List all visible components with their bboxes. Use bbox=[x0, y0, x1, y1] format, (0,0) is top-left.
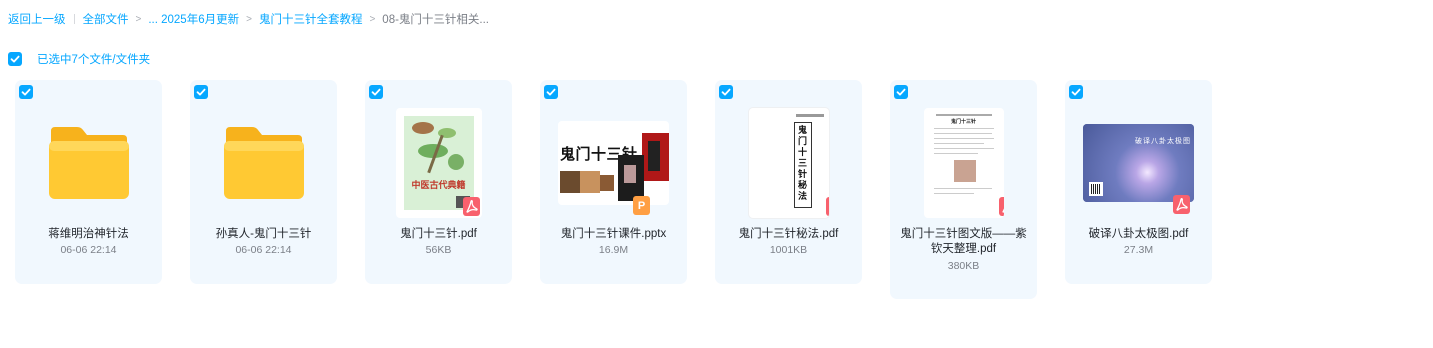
item-checkbox[interactable] bbox=[719, 85, 733, 99]
slide-preview: 鬼门十三针 P bbox=[558, 121, 669, 215]
cover-text: 中医古代典籍 bbox=[411, 180, 466, 190]
file-card-folder[interactable]: 蒋维明治神针法 06-06 22:14 bbox=[15, 80, 162, 284]
thumbnail: 破译八卦太极图 bbox=[1065, 106, 1212, 220]
chevron-right-icon: > bbox=[369, 13, 376, 25]
file-name: 孙真人-鬼门十三针 bbox=[215, 228, 312, 240]
file-size: 380KB bbox=[947, 260, 980, 272]
selection-count: 已选中7个文件/文件夹 bbox=[37, 54, 151, 66]
file-card-pptx[interactable]: 鬼门十三针 P 鬼门十三针课件.pptx 16.9M bbox=[540, 80, 687, 284]
item-checkbox[interactable] bbox=[194, 85, 208, 99]
file-size: 1001KB bbox=[769, 244, 808, 256]
checkmark-icon bbox=[19, 85, 33, 99]
file-name: 鬼门十三针秘法.pdf bbox=[738, 228, 839, 240]
file-name: 鬼门十三针图文版——紫钦天整理.pdf bbox=[900, 228, 1027, 255]
item-checkbox[interactable] bbox=[894, 85, 908, 99]
back-link[interactable]: 返回上一级 bbox=[8, 11, 66, 27]
breadcrumb-parent[interactable]: 鬼门十三针全套教程 bbox=[259, 11, 363, 27]
item-checkbox[interactable] bbox=[369, 85, 383, 99]
ppt-badge-icon: P bbox=[633, 196, 650, 215]
select-all-bar: 已选中7个文件/文件夹 bbox=[8, 51, 150, 67]
file-name: 鬼门十三针课件.pptx bbox=[560, 228, 667, 240]
file-card-pdf[interactable]: 鬼门十三针 鬼门十三针图文版——紫钦天整理.pdf 380KB bbox=[890, 80, 1037, 299]
file-card-pdf[interactable]: 破译八卦太极图 破译八卦太极图.pdf 27.3M bbox=[1065, 80, 1212, 284]
folder-icon bbox=[47, 125, 131, 201]
cover-text: 破译八卦太极图 bbox=[1135, 138, 1191, 145]
checkmark-icon bbox=[8, 52, 22, 66]
pdf-badge-icon bbox=[998, 197, 1004, 216]
breadcrumb-middle[interactable]: ... 2025年6月更新 bbox=[148, 11, 239, 27]
file-card-folder[interactable]: 孙真人-鬼门十三针 06-06 22:14 bbox=[190, 80, 337, 284]
thumbnail bbox=[190, 106, 337, 220]
cover-text: 鬼门十三针 bbox=[950, 119, 976, 125]
checkmark-icon bbox=[369, 85, 383, 99]
item-checkbox[interactable] bbox=[19, 85, 33, 99]
checkmark-icon bbox=[1069, 85, 1083, 99]
thumbnail: 鬼门十三针 P bbox=[540, 106, 687, 220]
chevron-right-icon: > bbox=[246, 13, 252, 25]
file-grid: 蒋维明治神针法 06-06 22:14 孙真人-鬼门十三针 06-06 22:1… bbox=[15, 80, 1240, 299]
chevron-right-icon: > bbox=[135, 13, 142, 25]
cover-image: 中医古代典籍 bbox=[403, 116, 474, 210]
breadcrumb-root[interactable]: 全部文件 bbox=[83, 11, 129, 27]
document-preview: 破译八卦太极图 bbox=[1083, 124, 1194, 214]
file-card-pdf[interactable]: 中医古代典籍 鬼门十三针.pdf 56KB bbox=[365, 80, 512, 284]
thumbnail: 中医古代典籍 bbox=[365, 106, 512, 220]
checkmark-icon bbox=[194, 85, 208, 99]
file-date: 06-06 22:14 bbox=[60, 244, 117, 256]
file-date: 06-06 22:14 bbox=[235, 244, 292, 256]
item-checkbox[interactable] bbox=[544, 85, 558, 99]
file-size: 56KB bbox=[425, 244, 452, 256]
breadcrumb-current: 08-鬼门十三针相关... bbox=[382, 14, 490, 26]
thumbnail: 鬼门十三针 bbox=[890, 106, 1037, 220]
checkmark-icon bbox=[719, 85, 733, 99]
pdf-badge-icon bbox=[462, 197, 480, 216]
document-preview: 鬼门十三针 bbox=[923, 108, 1004, 218]
checkmark-icon bbox=[894, 85, 908, 99]
file-name: 破译八卦太极图.pdf bbox=[1088, 228, 1189, 240]
file-name: 蒋维明治神针法 bbox=[48, 228, 129, 240]
item-checkbox[interactable] bbox=[1069, 85, 1083, 99]
folder-icon bbox=[222, 125, 306, 201]
cover-text: 鬼门十三针秘法 bbox=[797, 125, 807, 201]
thumbnail bbox=[15, 106, 162, 220]
pdf-badge-icon bbox=[1173, 195, 1190, 214]
document-preview: 中医古代典籍 bbox=[395, 108, 482, 218]
file-name: 鬼门十三针.pdf bbox=[400, 228, 477, 240]
select-all-checkbox[interactable] bbox=[8, 52, 22, 66]
breadcrumb-divider bbox=[73, 14, 75, 24]
breadcrumb: 返回上一级 全部文件 > ... 2025年6月更新 > 鬼门十三针全套教程 >… bbox=[8, 11, 489, 27]
checkmark-icon bbox=[544, 85, 558, 99]
file-size: 16.9M bbox=[598, 244, 629, 256]
thumbnail: 鬼门十三针秘法 bbox=[715, 106, 862, 220]
file-size: 27.3M bbox=[1123, 244, 1154, 256]
pdf-badge-icon bbox=[825, 197, 829, 216]
document-preview: 鬼门十三针秘法 bbox=[748, 108, 829, 218]
file-card-pdf[interactable]: 鬼门十三针秘法 鬼门十三针秘法.pdf 1001KB bbox=[715, 80, 862, 284]
